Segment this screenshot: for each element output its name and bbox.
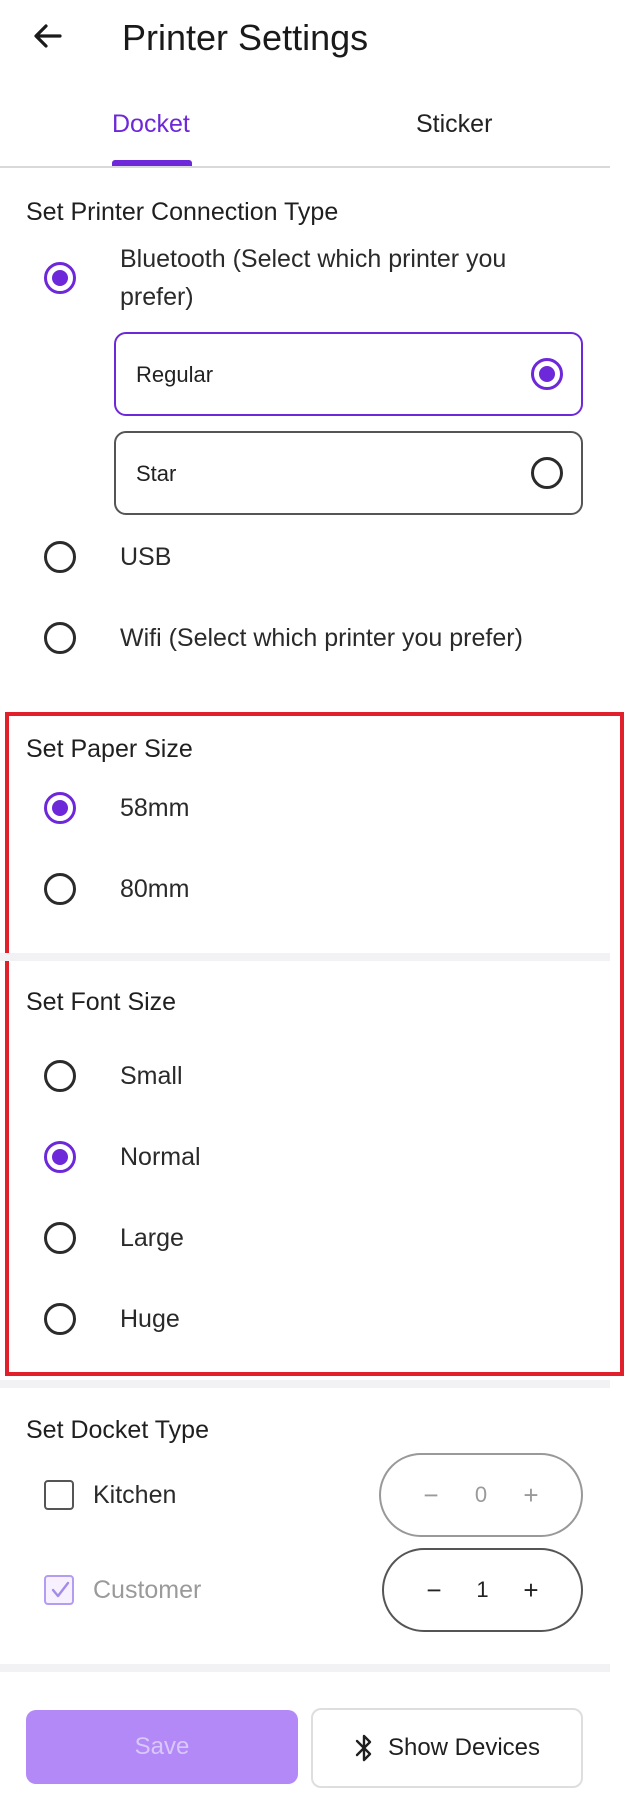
- decrement-button[interactable]: −: [422, 1575, 446, 1606]
- option-large-label: Large: [120, 1224, 184, 1252]
- radio-normal[interactable]: [44, 1141, 76, 1173]
- option-bluetooth-label: Bluetooth (Select which printer you pref…: [120, 245, 507, 311]
- printer-card-label: Regular: [136, 362, 214, 387]
- checkbox-kitchen[interactable]: [44, 1480, 74, 1510]
- radio-usb[interactable]: [44, 541, 76, 573]
- kitchen-quantity-stepper[interactable]: − 0 +: [379, 1453, 583, 1537]
- customer-quantity-stepper[interactable]: − 1 +: [382, 1548, 583, 1632]
- show-devices-label: Show Devices: [387, 1734, 541, 1761]
- bluetooth-icon: [355, 1734, 372, 1762]
- save-button[interactable]: Save: [26, 1710, 298, 1784]
- printer-card-star[interactable]: Star: [114, 431, 583, 515]
- stepper-value: 0: [474, 1482, 488, 1507]
- checkmark-icon: [51, 1581, 70, 1598]
- option-huge-label: Huge: [120, 1305, 180, 1333]
- radio-58mm[interactable]: [44, 792, 76, 824]
- decrement-button[interactable]: −: [419, 1480, 443, 1511]
- docket-customer-label: Customer: [93, 1576, 202, 1604]
- printer-card-label: Star: [136, 461, 177, 486]
- radio-printer-star[interactable]: [531, 457, 563, 489]
- option-80mm-label: 80mm: [120, 875, 190, 903]
- section-divider: [0, 1380, 610, 1388]
- radio-large[interactable]: [44, 1222, 76, 1254]
- option-usb-label: USB: [120, 543, 172, 571]
- radio-printer-regular[interactable]: [531, 358, 563, 390]
- show-devices-button[interactable]: Show Devices: [311, 1708, 583, 1788]
- active-tab-indicator: [112, 160, 192, 166]
- stepper-value: 1: [476, 1577, 489, 1602]
- checkbox-customer[interactable]: [44, 1575, 74, 1605]
- tab-bar: Docket Sticker: [0, 92, 610, 168]
- section-divider: [0, 1664, 610, 1672]
- increment-button[interactable]: +: [519, 1575, 543, 1606]
- highlight-box: [5, 712, 624, 1376]
- option-wifi-label: Wifi (Select which printer you prefer): [120, 624, 523, 652]
- font-size-section-title: Set Font Size: [26, 988, 177, 1016]
- radio-small[interactable]: [44, 1060, 76, 1092]
- connection-section-title: Set Printer Connection Type: [26, 198, 339, 226]
- radio-80mm[interactable]: [44, 873, 76, 905]
- option-small-label: Small: [120, 1062, 183, 1090]
- section-divider: [0, 953, 610, 961]
- tab-docket[interactable]: Docket: [112, 108, 190, 140]
- increment-button[interactable]: +: [519, 1480, 543, 1511]
- printer-card-regular[interactable]: Regular: [114, 332, 583, 416]
- radio-wifi[interactable]: [44, 622, 76, 654]
- option-58mm-label: 58mm: [120, 794, 190, 822]
- back-button[interactable]: [28, 16, 68, 56]
- tab-sticker[interactable]: Sticker: [416, 108, 492, 140]
- paper-size-section-title: Set Paper Size: [26, 735, 193, 763]
- arrow-left-icon: [34, 24, 62, 48]
- docket-type-section-title: Set Docket Type: [26, 1416, 209, 1444]
- app-header: Printer Settings: [0, 0, 634, 80]
- page-title: Printer Settings: [122, 17, 369, 58]
- radio-huge[interactable]: [44, 1303, 76, 1335]
- option-normal-label: Normal: [120, 1143, 201, 1171]
- radio-bluetooth[interactable]: [44, 262, 76, 294]
- docket-kitchen-label: Kitchen: [93, 1481, 177, 1509]
